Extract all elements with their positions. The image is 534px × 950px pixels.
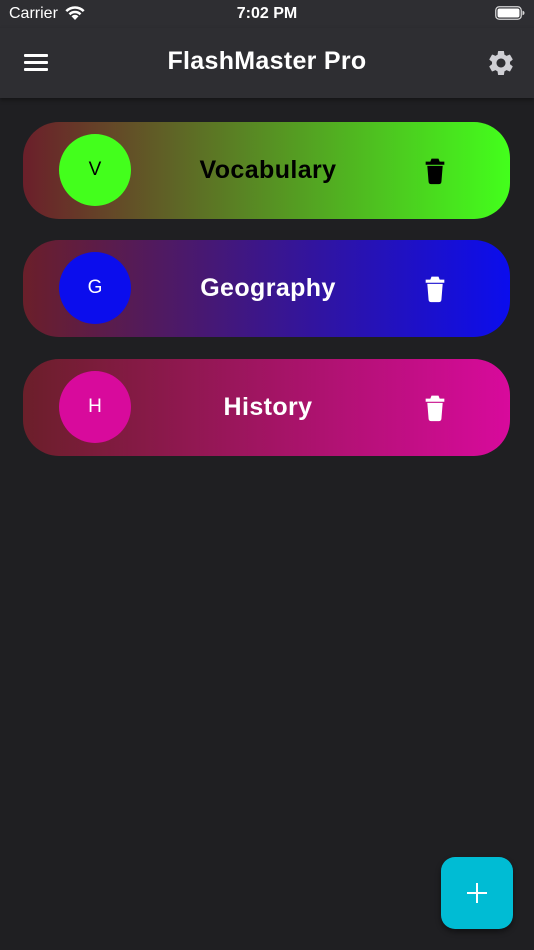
gear-icon xyxy=(489,51,513,75)
deck-name: Geography xyxy=(200,274,336,302)
settings-button[interactable] xyxy=(486,48,516,78)
app-bar: FlashMaster Pro xyxy=(0,28,534,98)
deck-name: History xyxy=(223,393,313,421)
trash-icon xyxy=(425,395,445,422)
status-time: 7:02 PM xyxy=(236,5,298,22)
deck-card-history[interactable]: H History xyxy=(23,359,510,456)
add-deck-button[interactable] xyxy=(441,857,513,929)
delete-deck-button[interactable] xyxy=(422,394,448,422)
deck-card-geography[interactable]: G Geography xyxy=(23,240,510,337)
deck-avatar: H xyxy=(59,371,131,443)
status-bar: Carrier 7:02 PM xyxy=(0,0,534,28)
deck-name: Vocabulary xyxy=(199,156,337,184)
trash-icon xyxy=(425,276,445,303)
plus-icon xyxy=(467,883,487,903)
trash-icon xyxy=(425,158,445,185)
deck-avatar: V xyxy=(59,134,131,206)
delete-deck-button[interactable] xyxy=(422,157,448,185)
deck-avatar: G xyxy=(59,252,131,324)
delete-deck-button[interactable] xyxy=(422,275,448,303)
deck-card-vocabulary[interactable]: V Vocabulary xyxy=(23,122,510,219)
battery-icon xyxy=(495,6,525,20)
page-title: FlashMaster Pro xyxy=(167,47,367,75)
